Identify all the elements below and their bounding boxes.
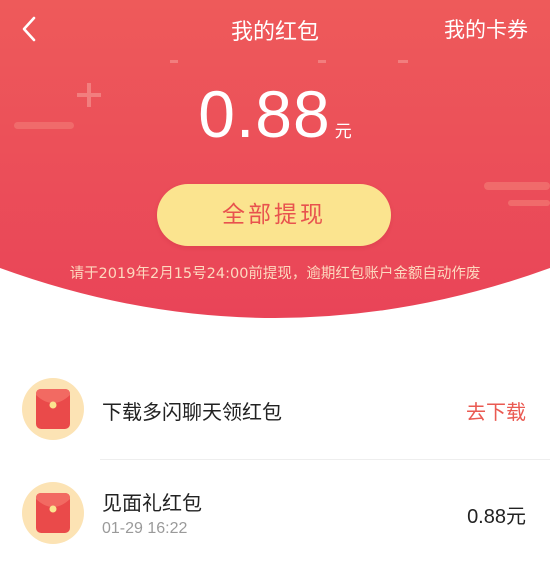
- red-envelope-icon: [22, 378, 84, 440]
- balance-amount: 0.88: [198, 77, 331, 151]
- item-timestamp: 01-29 16:22: [102, 520, 188, 537]
- header-banner: 我的红包 我的卡券 0.88 元 全部提现 请于2019年2月15号24:00前提…: [0, 0, 550, 335]
- navigation-bar: 我的红包 我的卡券: [0, 0, 550, 60]
- withdraw-all-button[interactable]: 全部提现: [157, 184, 391, 246]
- go-download-button[interactable]: 去下载: [466, 396, 526, 425]
- withdraw-deadline-notice: 请于2019年2月15号24:00前提现，逾期红包账户金额自动作废: [69, 266, 481, 282]
- item-amount: 0.88元: [467, 506, 526, 528]
- red-envelope-icon: [22, 482, 84, 544]
- item-title: 下载多闪聊天领红包: [102, 400, 282, 424]
- list-divider: [100, 459, 550, 460]
- list-item-download-duoshan[interactable]: 下载多闪聊天领红包 去下载: [0, 362, 550, 459]
- list-item-welcome-envelope[interactable]: 见面礼红包 01-29 16:22 0.88元: [0, 463, 550, 560]
- balance-display: 0.88 元: [0, 76, 550, 152]
- item-title: 见面礼红包: [102, 491, 202, 515]
- my-coupons-link[interactable]: 我的卡券: [444, 14, 528, 44]
- balance-unit: 元: [334, 122, 352, 142]
